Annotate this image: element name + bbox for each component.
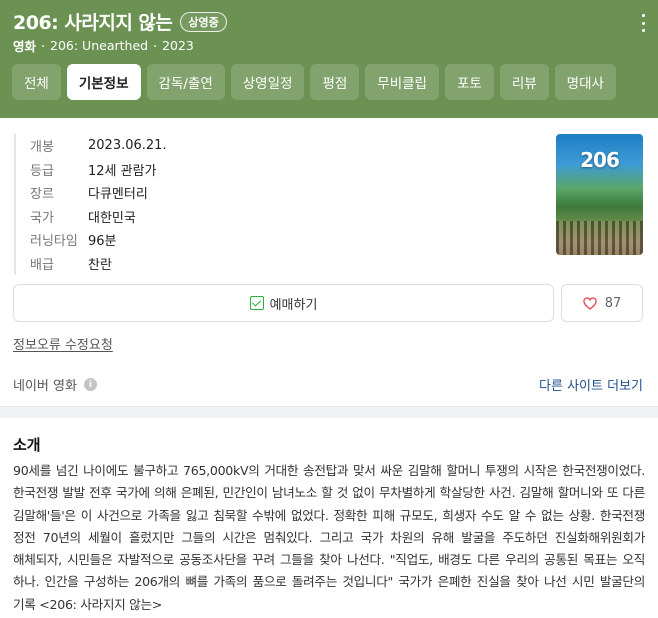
info-value: 찬란	[88, 257, 112, 273]
info-row-genre: 장르 다큐멘터리	[30, 181, 167, 205]
tab-movie-clips[interactable]: 무비클립	[365, 64, 439, 100]
separator-dot	[42, 44, 45, 47]
poster-crowd-image	[556, 221, 643, 255]
source: 네이버 영화 i	[13, 375, 97, 394]
info-value: 다큐멘터리	[88, 187, 148, 203]
source-row: 네이버 영화 i 다른 사이트 더보기	[13, 375, 643, 394]
tab-director-cast[interactable]: 감독/출연	[146, 64, 225, 100]
status-badge: 상영중	[180, 11, 227, 32]
release-year: 2023	[162, 38, 194, 53]
info-value: 96분	[88, 234, 117, 250]
poster-title: 206	[580, 148, 620, 172]
category-label: 영화	[13, 39, 37, 54]
movie-meta: 영화 206: Unearthed 2023	[13, 36, 194, 55]
heart-icon	[582, 296, 597, 310]
reserve-button[interactable]: 예매하기	[13, 284, 554, 322]
synopsis-text: 90세를 넘긴 나이에도 불구하고 765,000kV의 거대한 송전탑과 맞서…	[13, 463, 645, 612]
basic-info-card: 개봉 2023.06.21. 등급 12세 관람가 장르 다큐멘터리 국가 대한…	[0, 118, 658, 406]
movie-title[interactable]: 206: 사라지지 않는	[13, 8, 173, 35]
title-row: 206: 사라지지 않는 상영중	[13, 8, 227, 35]
info-row-country: 국가 대한민국	[30, 205, 167, 229]
info-value: 2023.06.21.	[88, 138, 167, 154]
movie-poster[interactable]: 206	[556, 134, 643, 255]
tab-showtimes[interactable]: 상영일정	[230, 64, 305, 100]
synopsis-section: 소개 90세를 넘긴 나이에도 불구하고 765,000kV의 거대한 송전탑과…	[0, 418, 658, 618]
tab-photos[interactable]: 포토	[444, 64, 494, 100]
info-value: 12세 관람가	[88, 163, 157, 179]
more-options-icon[interactable]	[639, 14, 647, 32]
info-key: 개봉	[30, 140, 54, 156]
tab-quotes[interactable]: 명대사	[554, 64, 616, 100]
info-row-runtime: 러닝타임 96분	[30, 228, 167, 252]
tab-ratings[interactable]: 평점	[310, 64, 360, 100]
report-error-link[interactable]: 정보오류 수정요청	[13, 334, 113, 353]
info-row-distributor: 배급 찬란	[30, 252, 167, 276]
info-key: 러닝타임	[30, 234, 78, 250]
like-count: 87	[604, 295, 622, 311]
info-key: 국가	[30, 210, 54, 226]
tab-all[interactable]: 전체	[12, 64, 61, 100]
info-key: 배급	[30, 257, 54, 273]
info-row-release: 개봉 2023.06.21.	[30, 134, 167, 158]
info-icon[interactable]: i	[83, 378, 97, 391]
reserve-label: 예매하기	[269, 297, 318, 313]
info-row-rating: 등급 12세 관람가	[30, 158, 167, 182]
calendar-check-icon	[249, 296, 264, 310]
like-button[interactable]: 87	[561, 284, 643, 322]
english-title: 206: Unearthed	[50, 38, 149, 53]
tab-basic-info[interactable]: 기본정보	[66, 64, 141, 100]
info-list: 개봉 2023.06.21. 등급 12세 관람가 장르 다큐멘터리 국가 대한…	[14, 134, 167, 275]
source-label: 네이버 영화	[13, 379, 77, 394]
tab-reviews[interactable]: 리뷰	[499, 64, 549, 100]
separator-dot	[154, 44, 157, 47]
info-key: 등급	[30, 163, 54, 179]
synopsis-title: 소개	[13, 436, 41, 454]
more-sites-link[interactable]: 다른 사이트 더보기	[539, 375, 643, 394]
info-value: 대한민국	[88, 210, 136, 226]
info-key: 장르	[30, 187, 54, 203]
tab-bar: 전체 기본정보 감독/출연 상영일정 평점 무비클립 포토 리뷰 명대사	[12, 64, 616, 100]
movie-header: 206: 사라지지 않는 상영중 영화 206: Unearthed 2023 …	[0, 0, 658, 118]
section-divider	[0, 406, 658, 418]
